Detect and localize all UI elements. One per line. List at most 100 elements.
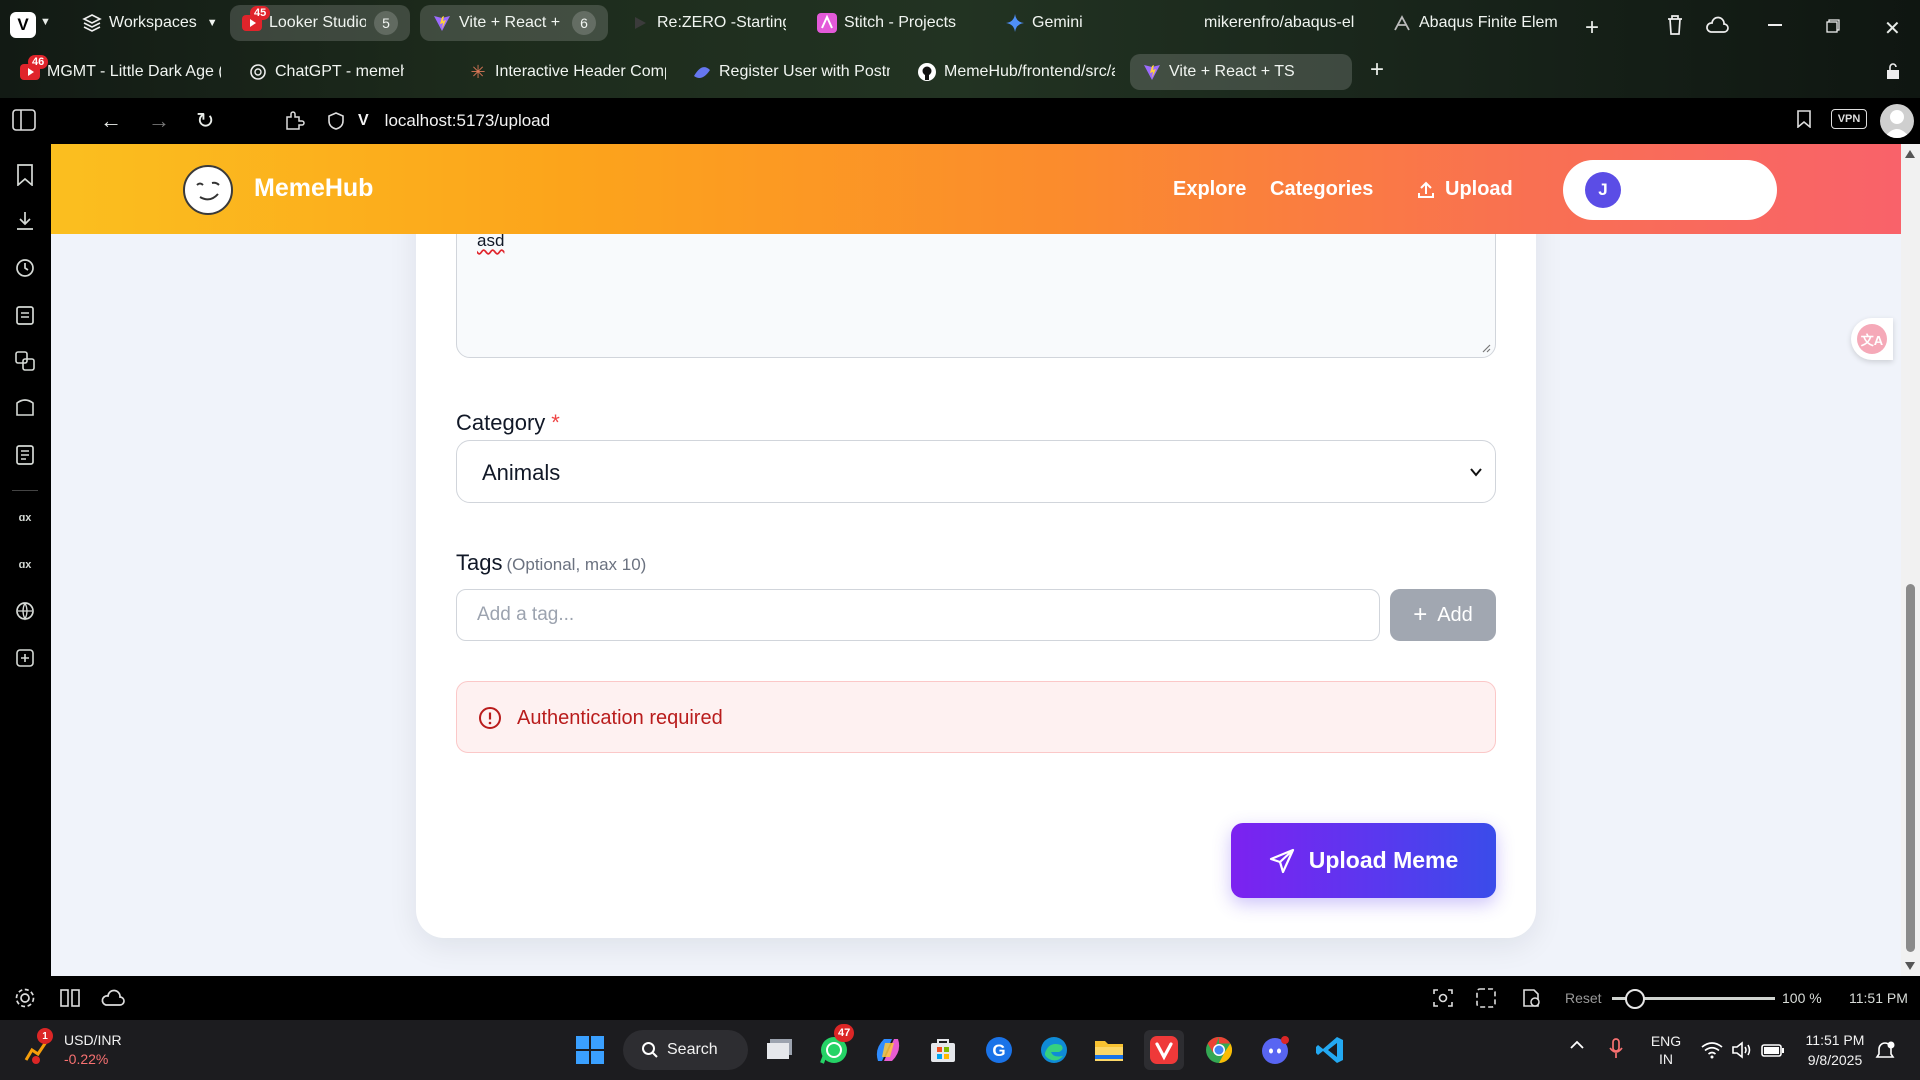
brand-name[interactable]: MemeHub <box>254 174 373 203</box>
scroll-up-icon[interactable] <box>1905 150 1915 158</box>
nav-upload[interactable]: Upload <box>1417 178 1513 201</box>
new-tab-icon[interactable]: + <box>1370 56 1384 84</box>
edge-icon[interactable] <box>1034 1030 1074 1070</box>
chrome-icon[interactable] <box>1199 1030 1239 1070</box>
taskbar-clock[interactable]: 11:51 PM 9/8/2025 <box>1795 1030 1875 1070</box>
shield-icon[interactable] <box>328 112 344 130</box>
microsoft-store-icon[interactable] <box>923 1030 963 1070</box>
windows-start-icon[interactable] <box>570 1030 610 1070</box>
vivaldi-taskbar-icon[interactable] <box>1144 1030 1184 1070</box>
file-explorer-icon[interactable] <box>1089 1030 1129 1070</box>
youtube-icon: 46 <box>20 55 49 82</box>
back-icon[interactable]: ← <box>100 108 122 134</box>
page-scrollbar[interactable] <box>1901 144 1920 976</box>
category-select[interactable]: Animals <box>456 440 1496 503</box>
whatsapp-badge: 47 <box>834 1024 855 1042</box>
memehub-logo[interactable] <box>183 165 233 215</box>
globe-icon[interactable] <box>11 597 39 625</box>
tab-mgmt[interactable]: 46 MGMT - Little Dark Age (Of <box>8 54 233 90</box>
tile-tabs-icon[interactable] <box>60 989 80 1007</box>
user-menu-pill[interactable]: J <box>1563 160 1777 220</box>
tab-stitch[interactable]: Stitch - Projects <box>805 5 985 41</box>
vscode-icon[interactable] <box>1310 1030 1350 1070</box>
discord-icon[interactable] <box>1255 1030 1295 1070</box>
tab-gemini[interactable]: Gemini <box>993 5 1173 41</box>
tab-looker-studio[interactable]: 45 Looker Studio: Qu 5 <box>230 5 410 41</box>
tab-postman[interactable]: Register User with Postman <box>680 54 902 90</box>
url-bar[interactable]: V localhost:5173/upload <box>318 102 1796 140</box>
tab-vite-react[interactable]: Vite + React + TS 6 <box>420 5 608 41</box>
screenshot-icon[interactable] <box>1432 987 1454 1009</box>
profile-avatar[interactable] <box>1880 104 1914 138</box>
tab-abaqus-fe[interactable]: Abaqus Finite Element <box>1380 5 1570 41</box>
show-hidden-icons[interactable] <box>1569 1040 1585 1050</box>
panel-toggle-icon[interactable] <box>12 109 36 131</box>
volume-icon[interactable] <box>1731 1041 1753 1059</box>
add-panel-icon[interactable] <box>11 644 39 672</box>
nav-categories[interactable]: Categories <box>1270 178 1373 201</box>
page-actions-icon[interactable] <box>1475 987 1497 1009</box>
task-view-icon[interactable] <box>760 1030 800 1070</box>
workspaces-button[interactable]: Workspaces ▼ <box>70 5 230 41</box>
translate-panel-icon[interactable] <box>11 347 39 375</box>
tab-github-memehub[interactable]: MemeHub/frontend/src/ap <box>905 54 1127 90</box>
close-window-icon[interactable]: ✕ <box>1884 16 1901 41</box>
minimize-icon[interactable] <box>1768 24 1782 26</box>
add-tag-button[interactable]: + Add <box>1390 589 1496 641</box>
scrollbar-thumb[interactable] <box>1906 584 1915 952</box>
extensions-icon[interactable] <box>283 109 305 131</box>
resize-grip-icon[interactable] <box>1481 343 1491 353</box>
bookmarks-panel-icon[interactable] <box>11 161 39 189</box>
upload-meme-label: Upload Meme <box>1308 847 1459 873</box>
translate-floating-button[interactable]: 文A <box>1851 318 1893 360</box>
trash-icon[interactable] <box>1665 14 1685 36</box>
battery-icon[interactable] <box>1761 1041 1785 1059</box>
browser-status-bar: Reset 100 % 11:51 PM <box>0 976 1920 1020</box>
google-app-icon[interactable]: G <box>979 1030 1019 1070</box>
tag-input-wrapper <box>456 589 1380 641</box>
tag-input[interactable] <box>457 590 1379 640</box>
category-label-text: Category <box>456 410 546 435</box>
notes-panel-icon[interactable] <box>11 301 39 329</box>
reading-list-icon[interactable] <box>11 394 39 422</box>
reader-icon[interactable] <box>11 441 39 469</box>
copilot-icon[interactable] <box>868 1030 908 1070</box>
chevron-down-icon[interactable]: ▼ <box>40 16 51 28</box>
taskbar-search[interactable]: Search <box>623 1030 748 1070</box>
downloads-panel-icon[interactable] <box>11 207 39 235</box>
image-toggle-icon[interactable] <box>1520 987 1542 1009</box>
zoom-reset-button[interactable]: Reset <box>1565 990 1602 1006</box>
ticker-name: USD/INR <box>64 1032 122 1048</box>
lock-tab-icon[interactable] <box>1886 62 1900 80</box>
web-panel-icon-2[interactable]: ɑx <box>11 551 39 579</box>
scroll-down-icon[interactable] <box>1905 962 1915 970</box>
upload-meme-button[interactable]: Upload Meme <box>1231 823 1496 898</box>
vivaldi-menu-icon[interactable]: V <box>10 12 36 38</box>
language-indicator[interactable]: ENG IN <box>1648 1032 1684 1068</box>
new-tab-icon[interactable]: + <box>1585 14 1599 42</box>
settings-icon[interactable] <box>14 987 36 1009</box>
ticker-widget[interactable]: 1 USD/INR -0.22% <box>22 1028 142 1072</box>
bookmark-icon[interactable] <box>1797 110 1811 128</box>
notification-icon[interactable] <box>1874 1040 1896 1062</box>
zoom-slider-knob[interactable] <box>1624 989 1645 1009</box>
url-text[interactable]: localhost:5173/upload <box>385 111 550 131</box>
play-icon <box>630 13 650 33</box>
history-panel-icon[interactable] <box>11 254 39 282</box>
wifi-icon[interactable] <box>1701 1041 1723 1059</box>
reload-icon[interactable]: ↻ <box>196 108 214 134</box>
tab-vite-react-active[interactable]: Vite + React + TS <box>1130 54 1352 90</box>
web-panel-icon-1[interactable]: ɑx <box>11 504 39 532</box>
tab-rezero[interactable]: Re:ZERO -Starting Life <box>618 5 798 41</box>
cloud-icon[interactable] <box>100 989 126 1007</box>
restore-icon[interactable] <box>1826 19 1840 33</box>
microphone-icon[interactable] <box>1609 1038 1623 1060</box>
cloud-sync-icon[interactable] <box>1705 16 1729 34</box>
whatsapp-icon[interactable]: 47 <box>814 1024 855 1070</box>
forward-icon[interactable]: → <box>148 108 170 134</box>
vpn-button[interactable]: VPN <box>1831 109 1867 129</box>
tab-chatgpt[interactable]: ChatGPT - memehub <box>236 54 416 90</box>
tab-interactive-header[interactable]: ✳ Interactive Header Compon <box>456 54 678 90</box>
tab-github-abaqus[interactable]: mikerenfro/abaqus-el <box>1180 5 1375 41</box>
nav-explore[interactable]: Explore <box>1173 178 1246 201</box>
